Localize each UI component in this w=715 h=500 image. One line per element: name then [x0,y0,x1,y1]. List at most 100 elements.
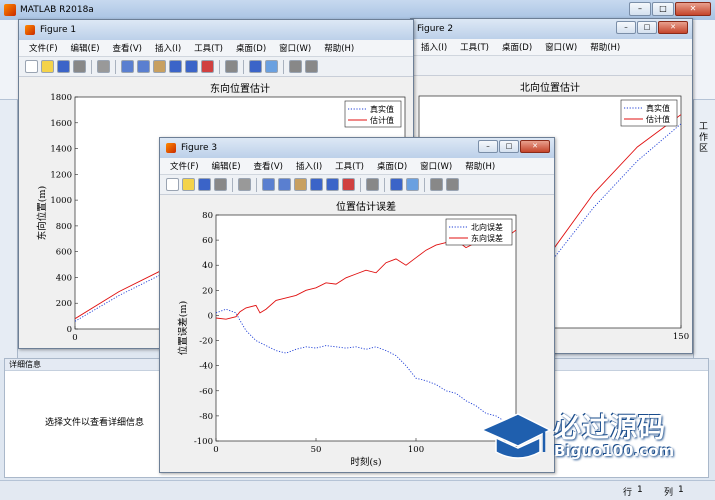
y-tick-label: -60 [199,387,213,397]
print-icon[interactable] [214,178,227,191]
new-figure-icon[interactable] [166,178,179,191]
property-editor-icon[interactable] [289,60,302,73]
zoom-in-icon[interactable] [262,178,275,191]
menu-window[interactable]: 窗口(W) [420,160,452,172]
save-icon[interactable] [198,178,211,191]
menu-tools[interactable]: 工具(T) [460,41,489,53]
legend-entry-2: 估计值 [646,114,670,124]
toolbar-separator [384,177,385,192]
toolbar-separator [219,59,220,74]
menu-insert[interactable]: 插入(I) [155,42,181,54]
y-tick-label: 0 [208,311,213,321]
new-figure-icon[interactable] [25,60,38,73]
colorbar-icon[interactable] [390,178,403,191]
zoom-in-icon[interactable] [121,60,134,73]
menu-window[interactable]: 窗口(W) [279,42,311,54]
current-folder-panel [0,100,18,360]
y-tick-label: 80 [202,211,213,221]
minimize-button[interactable]: – [629,2,651,16]
watermark-url: Biguo100.com [554,442,675,460]
y-tick-label: -20 [199,337,213,347]
y-tick-label: 800 [56,222,72,232]
y-tick-label: 600 [56,248,72,258]
y-tick-label: 1000 [50,196,72,206]
pan-icon[interactable] [294,178,307,191]
figure3-maximize-button[interactable]: □ [499,140,519,153]
menu-tools[interactable]: 工具(T) [335,160,364,172]
menu-help[interactable]: 帮助(H) [465,160,495,172]
toolbar-separator [91,59,92,74]
menu-file[interactable]: 文件(F) [170,160,199,172]
menu-help[interactable]: 帮助(H) [590,41,620,53]
plot-tools-icon[interactable] [305,60,318,73]
zoom-out-icon[interactable] [278,178,291,191]
figure3-toolbar [160,175,554,195]
menu-window[interactable]: 窗口(W) [545,41,577,53]
legend-entry-2: 估计值 [370,115,394,125]
maximize-button[interactable]: □ [652,2,674,16]
figure3-title: Figure 3 [181,143,218,153]
y-tick-label: 200 [56,299,72,309]
plot-tools-icon[interactable] [446,178,459,191]
link-icon[interactable] [366,178,379,191]
col-label: 列 [664,488,674,498]
brush-icon[interactable] [201,60,214,73]
menu-insert[interactable]: 插入(I) [421,41,447,53]
menu-edit[interactable]: 编辑(E) [212,160,241,172]
rotate-icon[interactable] [310,178,323,191]
colorbar-icon[interactable] [249,60,262,73]
open-file-icon[interactable] [182,178,195,191]
x-axis-label: 时刻(s) [350,456,381,468]
workspace-panel-label: 工作区 [699,122,709,154]
main-window-controls: – □ ✕ [629,2,711,16]
workspace-panel[interactable]: 工作区 [693,100,715,360]
link-icon[interactable] [225,60,238,73]
rotate-icon[interactable] [169,60,182,73]
legend-entry-2: 东向误差 [471,233,503,243]
legend-entry-1: 北向误差 [471,222,503,232]
menu-desktop[interactable]: 桌面(D) [377,160,407,172]
figure2-minimize-button[interactable]: – [616,21,636,34]
menu-help[interactable]: 帮助(H) [324,42,354,54]
pointer-icon[interactable] [238,178,251,191]
figure3-titlebar: Figure 3 – □ ✕ [160,138,554,158]
row-label: 行 [623,488,633,498]
menu-insert[interactable]: 插入(I) [296,160,322,172]
figure3-close-button[interactable]: ✕ [520,140,550,153]
x-tick-label: 100 [408,445,424,455]
data-cursor-icon[interactable] [185,60,198,73]
property-editor-icon[interactable] [430,178,443,191]
y-tick-label: 1400 [50,145,72,155]
menu-edit[interactable]: 编辑(E) [71,42,100,54]
figure2-close-button[interactable]: ✕ [658,21,688,34]
zoom-out-icon[interactable] [137,60,150,73]
figure2-maximize-button[interactable]: □ [637,21,657,34]
menu-file[interactable]: 文件(F) [29,42,58,54]
data-cursor-icon[interactable] [326,178,339,191]
figure3-minimize-button[interactable]: – [478,140,498,153]
menu-tools[interactable]: 工具(T) [194,42,223,54]
pan-icon[interactable] [153,60,166,73]
toolbar-separator [360,177,361,192]
figure1-titlebar: Figure 1 [19,20,413,40]
watermark-title: 必过源码 [554,413,666,444]
open-file-icon[interactable] [41,60,54,73]
legend-icon[interactable] [406,178,419,191]
pointer-icon[interactable] [97,60,110,73]
menu-view[interactable]: 查看(V) [113,42,142,54]
y-tick-label: 400 [56,273,72,283]
print-icon[interactable] [73,60,86,73]
x-tick-label: 50 [311,445,322,455]
menu-desktop[interactable]: 桌面(D) [502,41,532,53]
figure2-controls: – □ ✕ [616,21,688,34]
axes-box [215,214,517,442]
brush-icon[interactable] [342,178,355,191]
col-value: 1 [678,485,684,495]
menu-desktop[interactable]: 桌面(D) [236,42,266,54]
row-value: 1 [637,485,643,495]
close-button[interactable]: ✕ [675,2,711,16]
chart-title: 北向位置估计 [520,81,580,94]
save-icon[interactable] [57,60,70,73]
legend-icon[interactable] [265,60,278,73]
menu-view[interactable]: 查看(V) [254,160,283,172]
